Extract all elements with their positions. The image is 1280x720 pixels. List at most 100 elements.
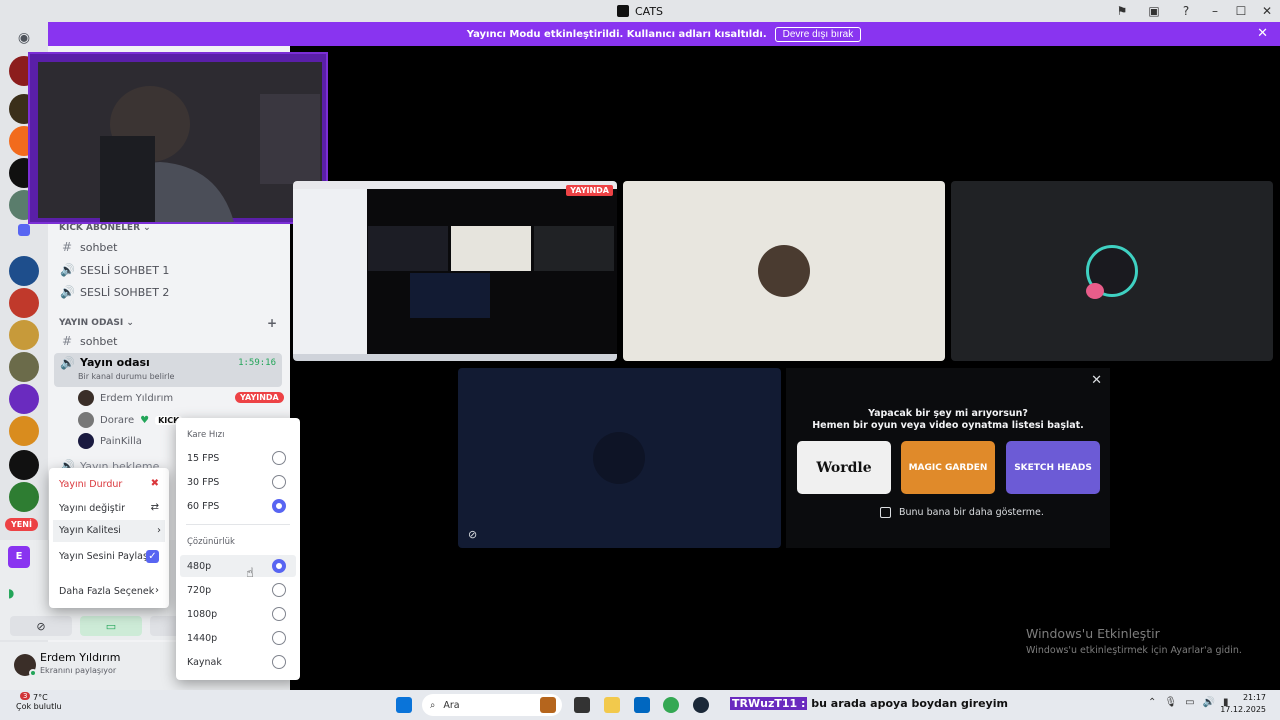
discord-home-icon[interactable]: ◉ xyxy=(9,26,39,50)
server-icon[interactable] xyxy=(9,450,39,480)
chevron-right-icon: › xyxy=(155,585,159,596)
steam-icon[interactable] xyxy=(693,697,709,713)
stream-quality-item[interactable]: Yayın Kalitesi › xyxy=(53,520,165,542)
stream-timer: 1:59:16 xyxy=(238,358,276,368)
avatar xyxy=(78,412,94,428)
server-icon[interactable] xyxy=(9,416,39,446)
network-icon[interactable]: ▭ xyxy=(1185,697,1194,708)
maximize-button[interactable]: ☐ xyxy=(1228,4,1254,18)
store-icon[interactable] xyxy=(634,697,650,713)
channel-status[interactable]: Bir kanal durumu belirle xyxy=(78,372,174,381)
avatar xyxy=(593,432,645,484)
member-dorare[interactable]: Dorare ♥ KICK xyxy=(78,412,183,428)
inbox-icon[interactable]: ▣ xyxy=(1138,4,1170,18)
weather-temp: 7°C xyxy=(33,693,48,702)
channel-sohbet-2[interactable]: # sohbet xyxy=(54,330,282,352)
weather-desc: Çok bulutlu xyxy=(16,702,62,711)
taskbar-clock[interactable]: 21:17 17.12.2025 xyxy=(1220,692,1266,716)
category-kick[interactable]: KİCK ABONELER ⌄ xyxy=(59,223,151,233)
menu-label: Yayın Sesini Paylaş xyxy=(59,551,148,562)
stream-chat-ticker: TRWuzT11 : bu arada apoya boydan gireyim xyxy=(730,697,1008,710)
folder-icon[interactable] xyxy=(18,224,30,236)
checkbox-checked-icon: ✓ xyxy=(146,550,159,563)
server-icon[interactable] xyxy=(9,256,39,286)
res-option-720p[interactable]: 720p xyxy=(180,579,296,601)
option-label: Kaynak xyxy=(187,656,222,668)
channel-stream-room[interactable]: 🔊 Yayın odası 1:59:16 Bir kanal durumu b… xyxy=(54,353,282,387)
activity-heading: Yapacak bir şey mi arıyorsun? xyxy=(868,408,1028,419)
add-channel-icon[interactable]: + xyxy=(267,316,277,330)
dont-show-again-checkbox[interactable]: Bunu bana bir daha gösterme. xyxy=(880,507,1044,518)
chrome-icon[interactable] xyxy=(663,697,679,713)
server-icon[interactable] xyxy=(9,384,39,414)
fps-option-60[interactable]: 60 FPS xyxy=(180,495,296,517)
user-status: Ekranını paylaşıyor xyxy=(40,666,117,675)
divider xyxy=(186,524,290,525)
stream-context-menu: Yayını Durdur ✖ Yayını değiştir ⇄ Yayın … xyxy=(49,468,169,608)
task-view-icon[interactable] xyxy=(574,697,590,713)
server-avatar-icon: E xyxy=(8,546,30,568)
participant-tile[interactable] xyxy=(951,181,1273,361)
fps-option-15[interactable]: 15 FPS xyxy=(180,447,296,469)
disable-streamer-mode-button[interactable]: Devre dışı bırak xyxy=(774,26,862,42)
member-name: PainKilla xyxy=(100,435,142,447)
game-title: MAGIC GARDEN xyxy=(908,462,988,473)
stop-stream-item[interactable]: Yayını Durdur ✖ xyxy=(59,478,163,490)
toggle-camera-button[interactable]: ⊘ xyxy=(10,616,72,636)
server-icon[interactable] xyxy=(9,288,39,318)
camera-preview[interactable] xyxy=(28,52,328,224)
flag-icon[interactable]: ⚑ xyxy=(1106,4,1138,18)
game-card-sketch-heads[interactable]: SKETCH HEADS xyxy=(1006,441,1100,494)
member-name: Erdem Yıldırım xyxy=(100,392,174,404)
category-stream[interactable]: YAYIN ODASI ⌄ + xyxy=(59,316,277,330)
volume-icon[interactable]: 🔊 xyxy=(1203,697,1215,708)
member-name: Dorare xyxy=(100,414,135,426)
res-option-1080p[interactable]: 1080p xyxy=(180,603,296,625)
resolution-header: Çözünürlük xyxy=(187,537,235,547)
activity-row: ◗ xyxy=(8,586,14,600)
participant-tile[interactable]: ⊘ xyxy=(458,368,781,548)
watermark-title: Windows'u Etkinleştir xyxy=(1026,626,1160,641)
channel-voice-2[interactable]: 🔊 SESLİ SOHBET 2 xyxy=(54,281,282,303)
res-option-1440p[interactable]: 1440p xyxy=(180,627,296,649)
change-stream-item[interactable]: Yayını değiştir ⇄ xyxy=(59,502,163,514)
chevron-up-icon[interactable]: ⌃ xyxy=(1148,697,1156,708)
start-icon[interactable] xyxy=(396,697,412,713)
channel-sohbet[interactable]: # sohbet xyxy=(54,236,282,258)
close-icon[interactable]: ✕ xyxy=(1091,373,1102,388)
res-option-source[interactable]: Kaynak xyxy=(180,651,296,673)
option-label: 60 FPS xyxy=(187,500,220,512)
screen-share-tile[interactable]: YAYINDA xyxy=(293,181,617,361)
weather-widget[interactable]: 3 7°C Çok bulutlu xyxy=(16,692,62,711)
participant-tile[interactable] xyxy=(623,181,945,361)
more-options-item[interactable]: Daha Fazla Seçenek › xyxy=(59,585,163,597)
live-tag: YAYINDA xyxy=(566,185,613,196)
channel-voice-1[interactable]: 🔊 SESLİ SOHBET 1 xyxy=(54,259,282,281)
share-audio-item[interactable]: Yayın Sesini Paylaş ✓ xyxy=(59,550,163,563)
mic-icon[interactable]: 🎙 xyxy=(1164,697,1177,708)
fps-option-30[interactable]: 30 FPS xyxy=(180,471,296,493)
taskbar-app-icon[interactable] xyxy=(540,697,556,713)
option-label: 480p xyxy=(187,560,212,572)
radio-icon xyxy=(272,475,286,489)
help-icon[interactable]: ? xyxy=(1170,4,1202,18)
banner-close-icon[interactable]: ✕ xyxy=(1257,26,1268,41)
close-window-button[interactable]: ✕ xyxy=(1254,4,1280,18)
share-screen-button[interactable]: ▭ xyxy=(80,616,142,636)
clock-date: 17.12.2025 xyxy=(1220,705,1266,714)
game-card-magic-garden[interactable]: MAGIC GARDEN xyxy=(901,441,995,494)
game-card-wordle[interactable]: Wordle xyxy=(797,441,891,494)
clock-time: 21:17 xyxy=(1242,693,1266,702)
file-explorer-icon[interactable] xyxy=(604,697,620,713)
screen-share-icon: ▭ xyxy=(105,619,117,633)
hand-cursor-icon: ☝ xyxy=(246,566,254,581)
minimize-button[interactable]: – xyxy=(1202,4,1228,18)
server-icon[interactable] xyxy=(9,352,39,382)
server-icon[interactable] xyxy=(9,482,39,512)
member-painkilla[interactable]: PainKilla xyxy=(78,433,142,449)
user-name[interactable]: Erdem Yıldırım xyxy=(40,651,120,664)
res-option-480p[interactable]: 480p xyxy=(180,555,296,577)
member-erdem[interactable]: Erdem Yıldırım xyxy=(78,390,173,406)
server-icon[interactable] xyxy=(9,320,39,350)
channel-label: SESLİ SOHBET 1 xyxy=(80,263,170,277)
